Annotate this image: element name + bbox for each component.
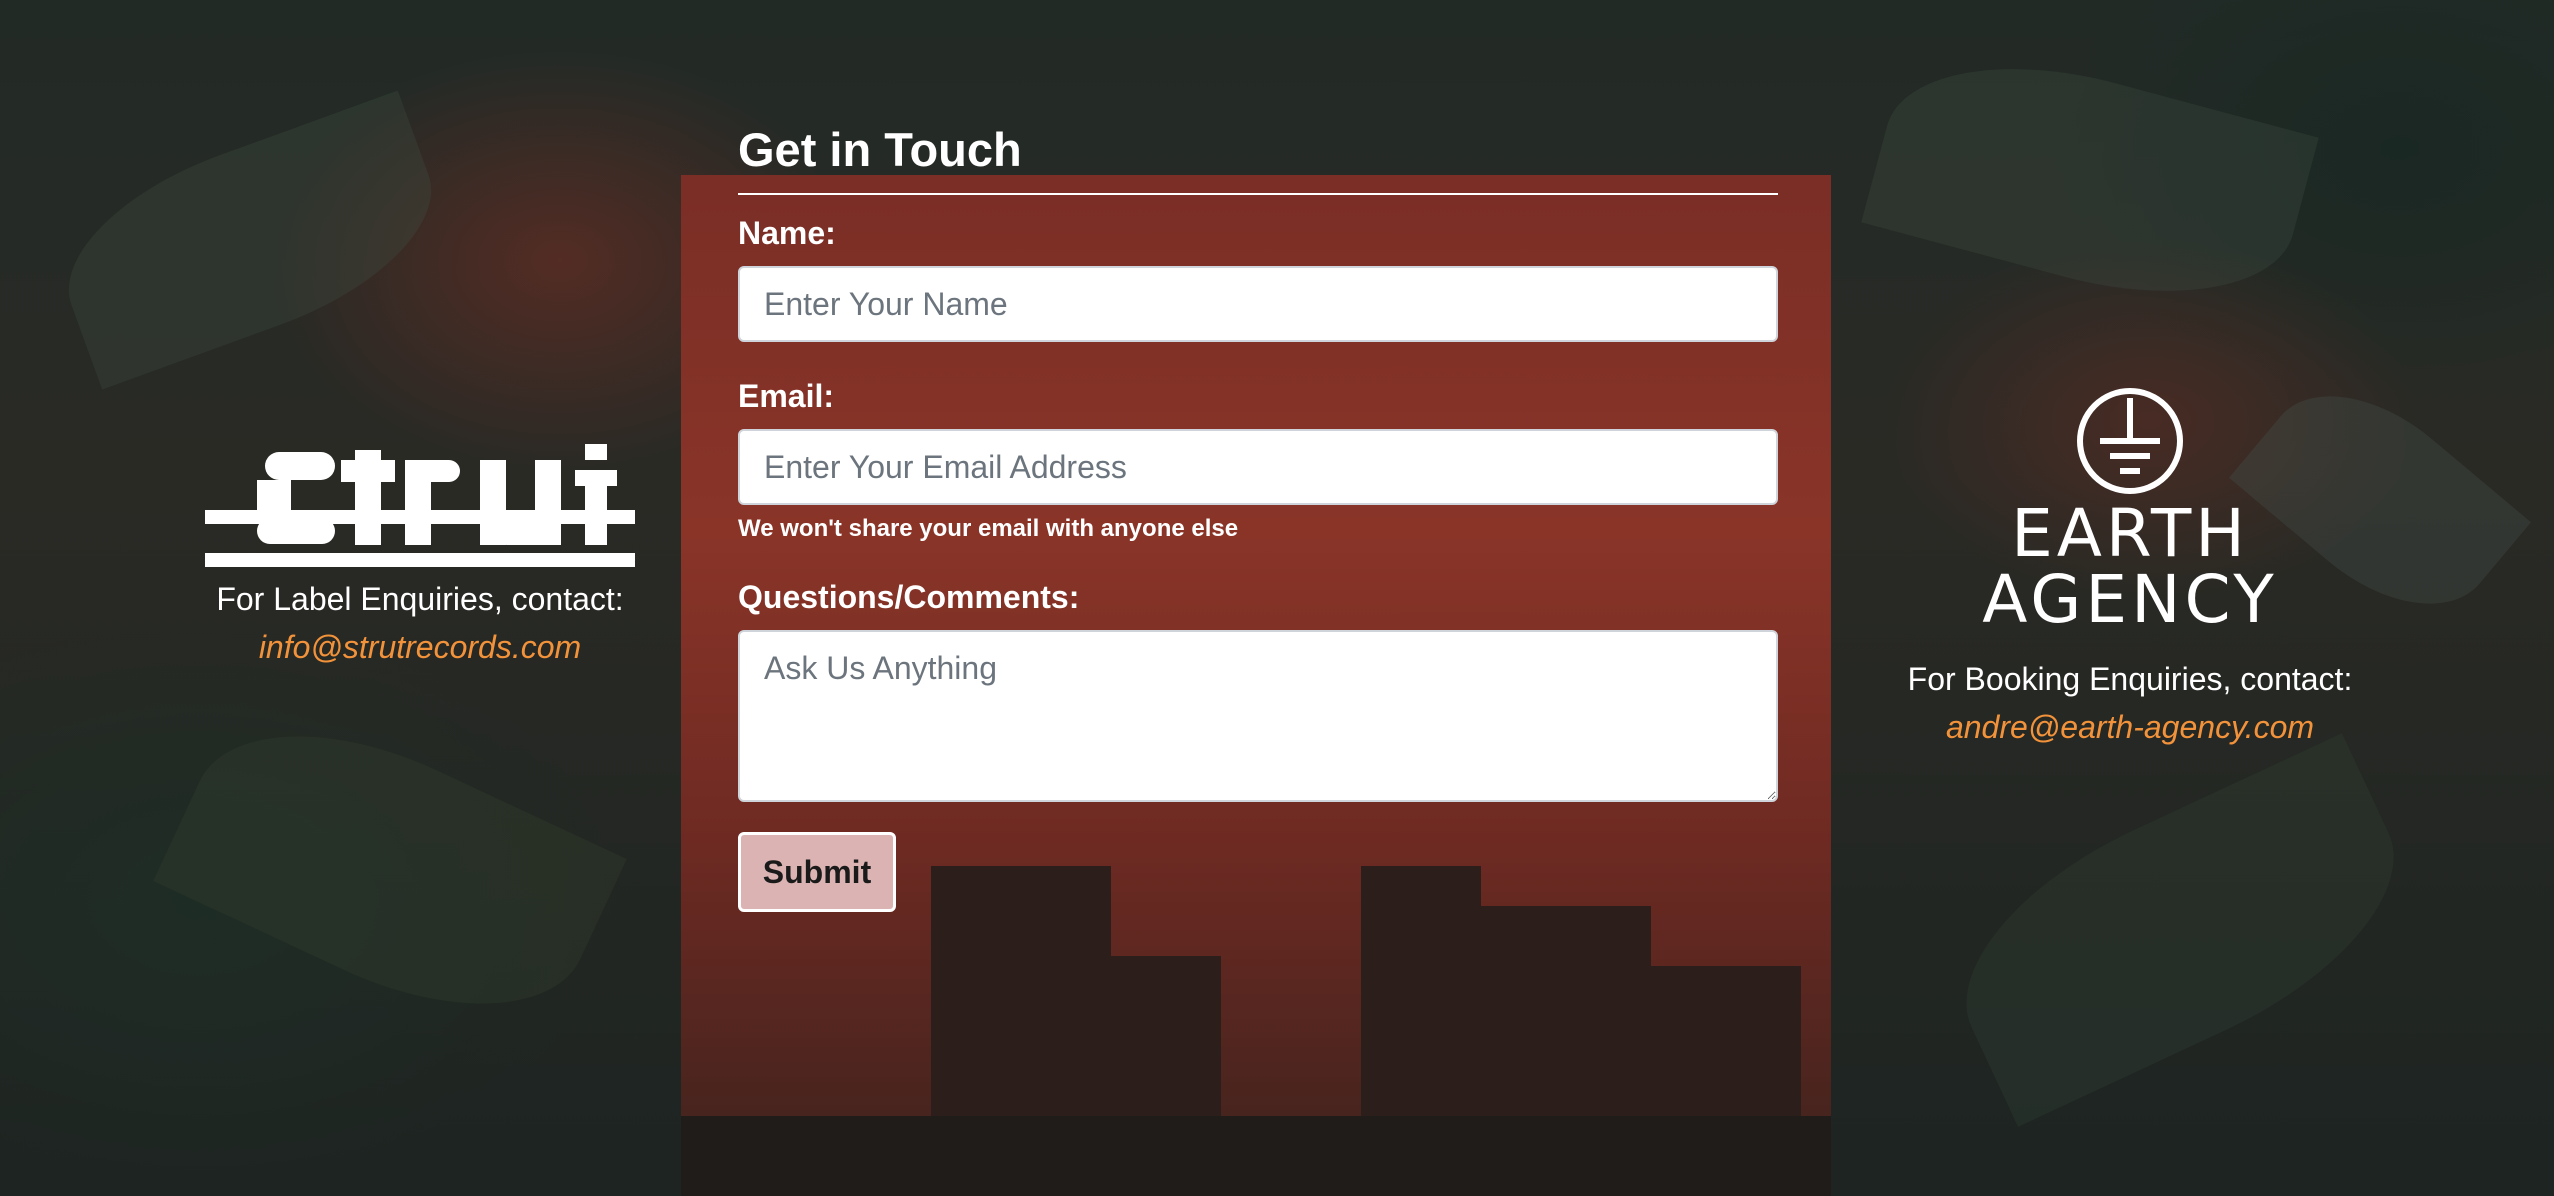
comments-textarea[interactable] xyxy=(738,630,1778,802)
strut-logo xyxy=(205,444,635,567)
submit-button[interactable]: Submit xyxy=(738,832,896,912)
earth-agency-logo-text: EARTH AGENCY xyxy=(1982,495,2278,638)
comments-label: Questions/Comments: xyxy=(738,579,1080,615)
name-input[interactable] xyxy=(738,266,1778,342)
name-label: Name: xyxy=(738,215,836,251)
booking-contact-block: EARTH AGENCY For Booking Enquiries, cont… xyxy=(1903,386,2357,751)
label-enquiries-text: For Label Enquiries, contact: xyxy=(216,581,624,617)
booking-enquiries-text: For Booking Enquiries, contact: xyxy=(1907,661,2353,697)
contact-form: Get in Touch Name: Email: We won't share… xyxy=(738,122,1778,912)
label-contact-block: For Label Enquiries, contact: info@strut… xyxy=(188,440,652,671)
form-title: Get in Touch xyxy=(738,122,1778,195)
label-email-link[interactable]: info@strutrecords.com xyxy=(188,623,652,671)
email-label: Email: xyxy=(738,378,835,414)
email-help-text: We won't share your email with anyone el… xyxy=(738,515,1239,542)
tree-line xyxy=(681,1116,1831,1196)
email-input[interactable] xyxy=(738,429,1778,505)
earth-ground-icon xyxy=(2077,388,2183,494)
booking-email-link[interactable]: andre@earth-agency.com xyxy=(1903,703,2357,751)
